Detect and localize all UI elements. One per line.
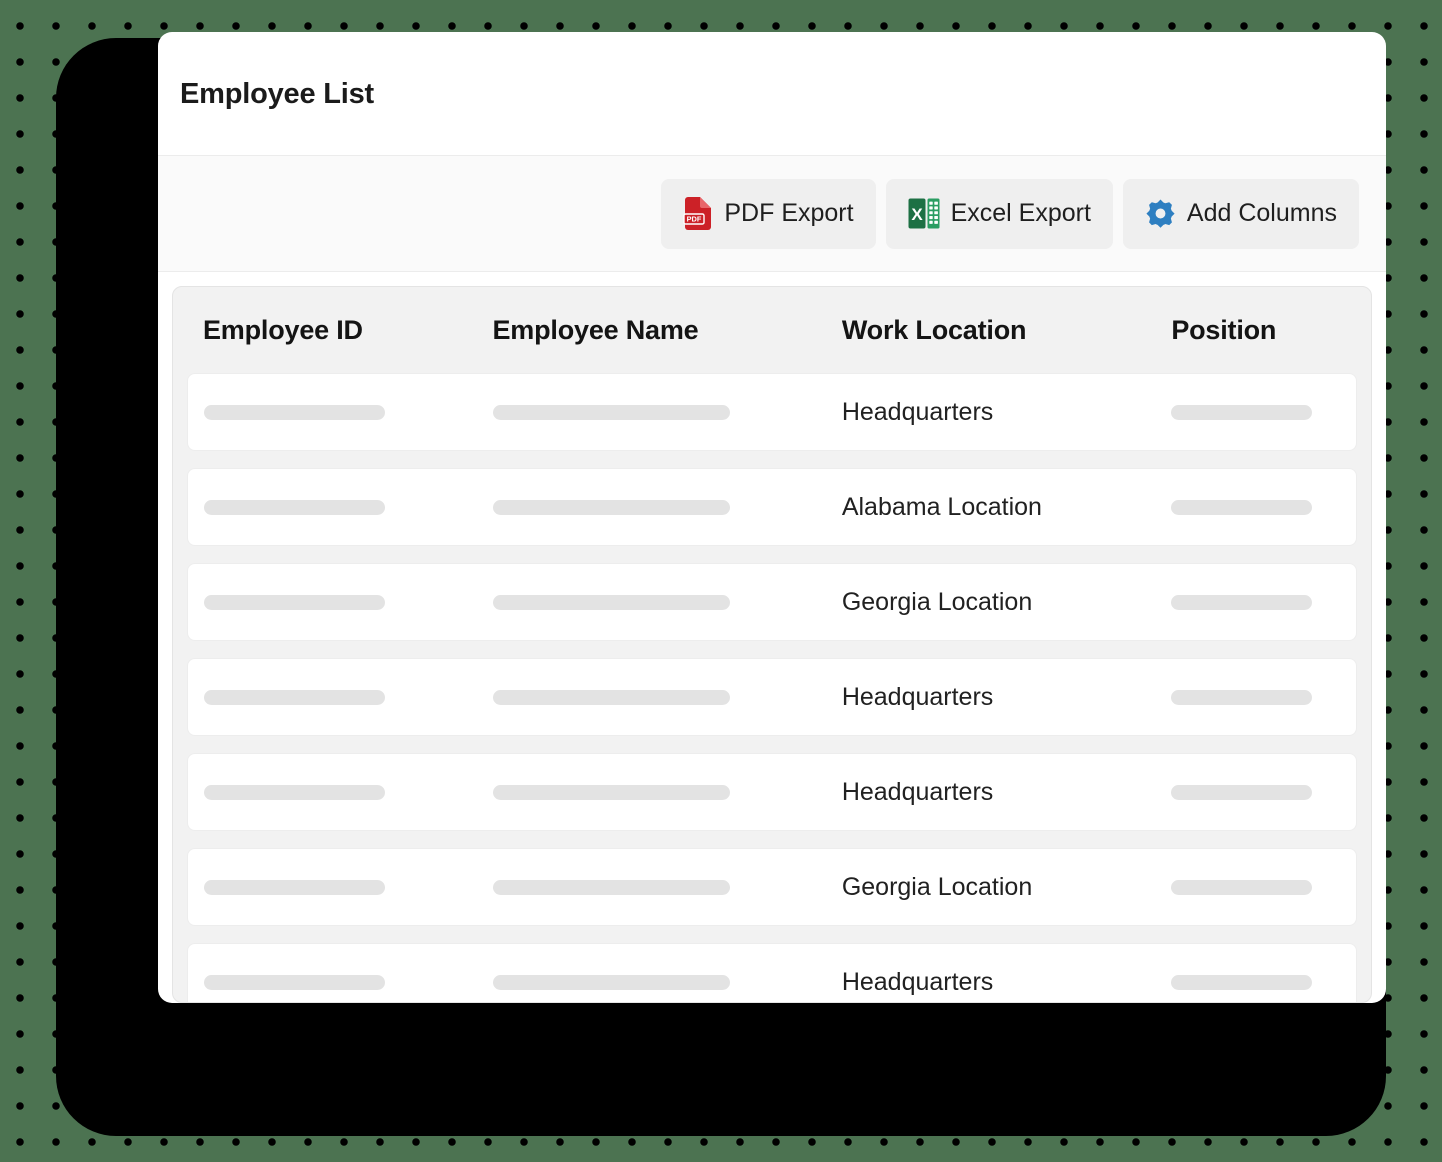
cell-work-location: Headquarters <box>841 397 994 426</box>
table-header-row: Employee ID Employee Name Work Location … <box>173 287 1371 373</box>
excel-export-button[interactable]: X Excel Export <box>885 178 1113 249</box>
pdf-export-label: PDF Export <box>724 199 854 227</box>
skeleton-placeholder-bar <box>204 974 385 990</box>
svg-text:PDF: PDF <box>687 215 702 224</box>
cell-employee-id <box>188 499 479 515</box>
cell-employee-id <box>188 594 479 610</box>
skeleton-placeholder-bar <box>1170 689 1312 705</box>
cell-employee-id <box>188 689 479 705</box>
cell-employee-id <box>188 974 479 990</box>
cell-work-location: Georgia Location <box>841 872 1033 901</box>
cell-employee-name <box>479 404 828 420</box>
pdf-file-icon: PDF <box>683 197 713 230</box>
column-header-employee-id[interactable]: Employee ID <box>187 315 479 346</box>
svg-text:X: X <box>911 205 923 224</box>
cell-employee-name <box>479 974 828 990</box>
cell-work-location: Headquarters <box>841 777 994 806</box>
skeleton-placeholder-bar <box>204 404 385 420</box>
cell-employee-name <box>479 784 828 800</box>
skeleton-placeholder-bar <box>204 499 385 515</box>
cell-position <box>1157 689 1356 705</box>
excel-export-label: Excel Export <box>950 199 1091 227</box>
skeleton-placeholder-bar <box>204 784 385 800</box>
employee-list-card: Employee List PDF PDF Export X Excel Exp… <box>158 32 1386 1003</box>
page-title: Employee List <box>180 78 375 110</box>
employee-table: Employee ID Employee Name Work Location … <box>172 286 1372 1003</box>
add-columns-button[interactable]: Add Columns <box>1122 178 1359 249</box>
cell-position <box>1157 404 1356 420</box>
cell-employee-id <box>188 404 479 420</box>
table-row[interactable]: Alabama Location <box>187 468 1357 546</box>
cell-position <box>1157 594 1356 610</box>
cell-work-location: Headquarters <box>841 682 994 711</box>
skeleton-placeholder-bar <box>1170 499 1312 515</box>
skeleton-placeholder-bar <box>204 689 385 705</box>
column-header-employee-name[interactable]: Employee Name <box>479 315 828 346</box>
pdf-export-button[interactable]: PDF PDF Export <box>661 178 876 249</box>
table-row[interactable]: Georgia Location <box>187 563 1357 641</box>
cell-work-location: Georgia Location <box>841 587 1033 616</box>
skeleton-placeholder-bar <box>1170 594 1312 610</box>
skeleton-placeholder-bar <box>1170 404 1312 420</box>
skeleton-placeholder-bar <box>493 689 731 705</box>
cell-employee-name <box>479 594 828 610</box>
table-row[interactable]: Headquarters <box>187 943 1357 1002</box>
add-columns-label: Add Columns <box>1186 199 1337 227</box>
skeleton-placeholder-bar <box>493 879 731 895</box>
skeleton-placeholder-bar <box>493 974 731 990</box>
table-row[interactable]: Georgia Location <box>187 848 1357 926</box>
cell-employee-name <box>479 499 828 515</box>
column-header-work-location[interactable]: Work Location <box>828 315 1157 346</box>
cell-position <box>1157 974 1356 990</box>
cell-employee-id <box>188 784 479 800</box>
table-row[interactable]: Headquarters <box>187 373 1357 451</box>
cell-employee-name <box>479 879 828 895</box>
cell-position <box>1157 784 1356 800</box>
cell-employee-id <box>188 879 479 895</box>
skeleton-placeholder-bar <box>1170 784 1312 800</box>
column-header-position[interactable]: Position <box>1157 315 1357 346</box>
skeleton-placeholder-bar <box>493 784 731 800</box>
cell-work-location: Alabama Location <box>841 492 1042 521</box>
card-header: Employee List <box>158 32 1386 156</box>
cell-position <box>1157 879 1356 895</box>
skeleton-placeholder-bar <box>493 404 731 420</box>
cell-work-location: Headquarters <box>841 967 994 996</box>
skeleton-placeholder-bar <box>493 499 731 515</box>
gear-icon <box>1145 198 1176 229</box>
table-row[interactable]: Headquarters <box>187 753 1357 831</box>
skeleton-placeholder-bar <box>204 879 385 895</box>
table-body: Headquarters Alabama Location Georgia Lo… <box>173 373 1371 1002</box>
skeleton-placeholder-bar <box>493 594 731 610</box>
table-row[interactable]: Headquarters <box>187 658 1357 736</box>
skeleton-placeholder-bar <box>1170 974 1312 990</box>
cell-employee-name <box>479 689 828 705</box>
table-toolbar: PDF PDF Export X Excel Export Add Column… <box>158 156 1386 272</box>
skeleton-placeholder-bar <box>204 594 385 610</box>
skeleton-placeholder-bar <box>1170 879 1312 895</box>
excel-file-icon: X <box>908 197 940 230</box>
cell-position <box>1157 499 1356 515</box>
